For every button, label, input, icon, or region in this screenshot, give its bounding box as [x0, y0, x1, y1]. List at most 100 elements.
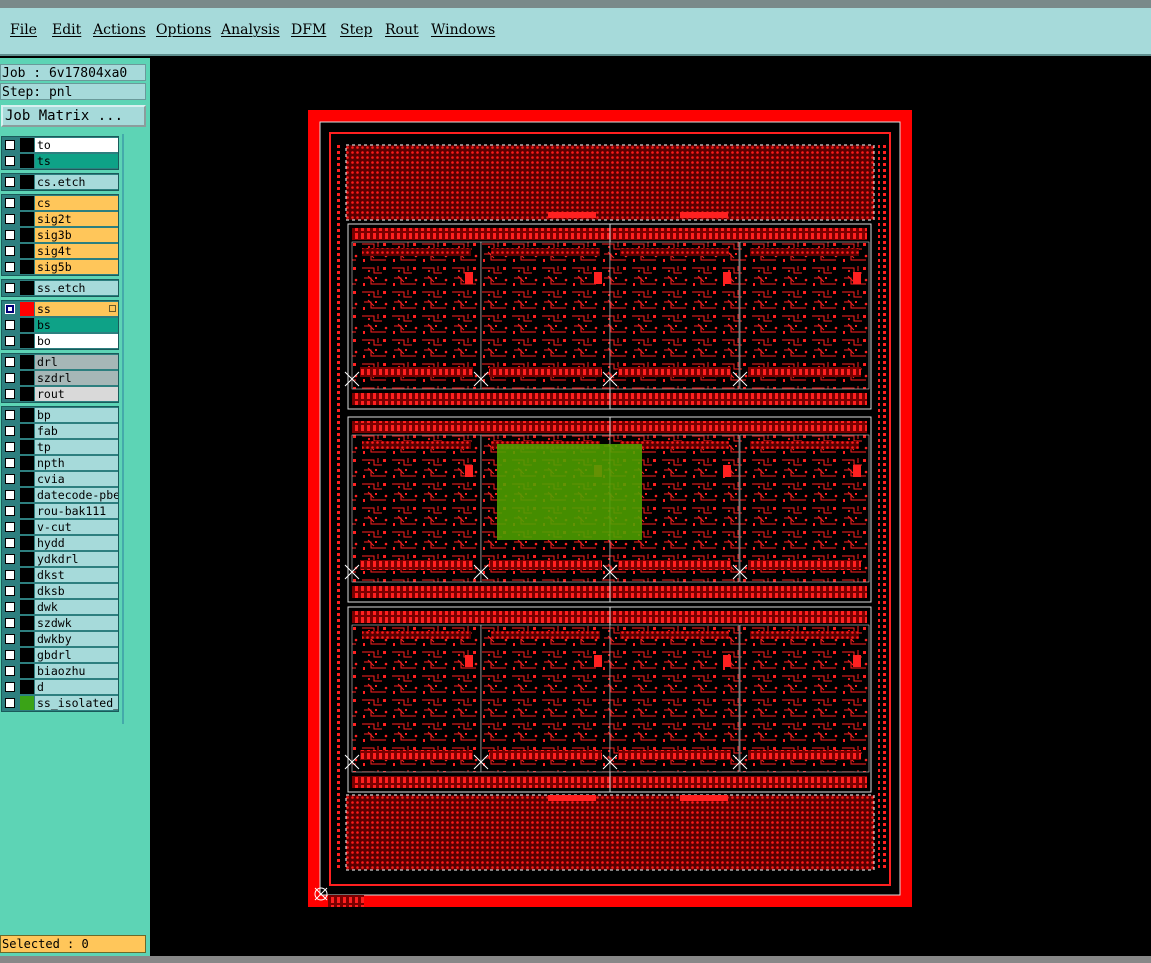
layer-row-cs.etch[interactable]: cs.etch — [2, 174, 118, 190]
layer-row-rout[interactable]: rout — [2, 386, 118, 402]
layer-row-ss.etch[interactable]: ss.etch — [2, 280, 118, 296]
layer-row-drl[interactable]: drl — [2, 354, 118, 370]
layer-checkbox[interactable] — [5, 586, 15, 596]
layer-name[interactable]: hydd — [35, 536, 118, 550]
layer-name[interactable]: tp — [35, 440, 118, 454]
layer-name[interactable]: sig2t — [35, 212, 118, 226]
layer-row-dkst[interactable]: dkst — [2, 567, 118, 583]
layer-name[interactable]: dwkby — [35, 632, 118, 646]
layer-color-swatch[interactable] — [20, 244, 34, 258]
layer-name[interactable]: rou-bak111 — [35, 504, 118, 518]
layer-name[interactable]: gbdrl — [35, 648, 118, 662]
menu-windows[interactable]: Windows — [431, 22, 495, 38]
layer-checkbox[interactable] — [5, 490, 15, 500]
menu-step[interactable]: Step — [340, 22, 372, 38]
layer-row-sig3b[interactable]: sig3b — [2, 227, 118, 243]
layer-checkbox[interactable] — [5, 570, 15, 580]
layer-name[interactable]: dkst — [35, 568, 118, 582]
layer-color-swatch[interactable] — [20, 648, 34, 662]
menu-dfm[interactable]: DFM — [291, 22, 326, 38]
layer-name[interactable]: bs — [35, 318, 118, 332]
layer-row-d[interactable]: d — [2, 679, 118, 695]
layer-checkbox[interactable] — [5, 304, 15, 314]
layer-color-swatch[interactable] — [20, 334, 34, 348]
pcb-panel-view[interactable] — [150, 58, 1151, 956]
layer-row-biaozhu[interactable]: biaozhu — [2, 663, 118, 679]
layer-checkbox[interactable] — [5, 426, 15, 436]
layer-row-ss[interactable]: ss — [2, 301, 118, 317]
layer-row-ss_isolated_[interactable]: ss_isolated_ — [2, 695, 118, 711]
layer-checkbox[interactable] — [5, 682, 15, 692]
layer-row-sig4t[interactable]: sig4t — [2, 243, 118, 259]
layer-checkbox[interactable] — [5, 177, 15, 187]
layer-name[interactable]: dksb — [35, 584, 118, 598]
layer-name[interactable]: ss_isolated_ — [35, 696, 118, 710]
layer-name[interactable]: cvia — [35, 472, 118, 486]
layer-checkbox[interactable] — [5, 198, 15, 208]
layer-row-hydd[interactable]: hydd — [2, 535, 118, 551]
layer-checkbox[interactable] — [5, 538, 15, 548]
layer-checkbox[interactable] — [5, 320, 15, 330]
layer-checkbox[interactable] — [5, 634, 15, 644]
layer-checkbox[interactable] — [5, 442, 15, 452]
layer-color-swatch[interactable] — [20, 600, 34, 614]
layer-row-v-cut[interactable]: v-cut — [2, 519, 118, 535]
layer-color-swatch[interactable] — [20, 632, 34, 646]
layer-name[interactable]: cs — [35, 196, 118, 210]
layer-checkbox[interactable] — [5, 230, 15, 240]
layer-color-swatch[interactable] — [20, 552, 34, 566]
layer-color-swatch[interactable] — [20, 228, 34, 242]
layer-color-swatch[interactable] — [20, 536, 34, 550]
layer-color-swatch[interactable] — [20, 281, 34, 295]
layer-checkbox[interactable] — [5, 357, 15, 367]
layer-name[interactable]: datecode-pbe — [35, 488, 118, 502]
layer-checkbox[interactable] — [5, 246, 15, 256]
menu-analysis[interactable]: Analysis — [221, 22, 280, 38]
layer-row-bo[interactable]: bo — [2, 333, 118, 349]
layer-name[interactable]: rout — [35, 387, 118, 401]
layer-row-dwk[interactable]: dwk — [2, 599, 118, 615]
layer-checkbox[interactable] — [5, 618, 15, 628]
layer-color-swatch[interactable] — [20, 488, 34, 502]
layer-checkbox[interactable] — [5, 650, 15, 660]
layer-row-dwkby[interactable]: dwkby — [2, 631, 118, 647]
job-matrix-button[interactable]: Job Matrix ... — [1, 105, 146, 127]
layer-checkbox[interactable] — [5, 554, 15, 564]
layer-color-swatch[interactable] — [20, 212, 34, 226]
layer-checkbox[interactable] — [5, 410, 15, 420]
layer-checkbox[interactable] — [5, 156, 15, 166]
layer-name[interactable]: sig4t — [35, 244, 118, 258]
layer-name[interactable]: drl — [35, 355, 118, 369]
layer-checkbox[interactable] — [5, 140, 15, 150]
layer-name[interactable]: cs.etch — [35, 175, 118, 189]
layer-color-swatch[interactable] — [20, 440, 34, 454]
layer-color-swatch[interactable] — [20, 260, 34, 274]
layer-name[interactable]: ts — [35, 154, 118, 168]
layer-color-swatch[interactable] — [20, 424, 34, 438]
layer-checkbox[interactable] — [5, 214, 15, 224]
layer-row-szdwk[interactable]: szdwk — [2, 615, 118, 631]
layer-color-swatch[interactable] — [20, 696, 34, 710]
layer-row-dksb[interactable]: dksb — [2, 583, 118, 599]
layer-name[interactable]: v-cut — [35, 520, 118, 534]
layer-color-swatch[interactable] — [20, 584, 34, 598]
layer-name[interactable]: szdrl — [35, 371, 118, 385]
layer-row-datecode-pbe[interactable]: datecode-pbe — [2, 487, 118, 503]
layer-checkbox[interactable] — [5, 262, 15, 272]
layer-color-swatch[interactable] — [20, 355, 34, 369]
layer-color-swatch[interactable] — [20, 387, 34, 401]
layer-color-swatch[interactable] — [20, 472, 34, 486]
layer-color-swatch[interactable] — [20, 456, 34, 470]
layer-row-cs[interactable]: cs — [2, 195, 118, 211]
layer-checkbox[interactable] — [5, 522, 15, 532]
menu-actions[interactable]: Actions — [93, 22, 146, 38]
layer-row-ydkdrl[interactable]: ydkdrl — [2, 551, 118, 567]
layer-row-tp[interactable]: tp — [2, 439, 118, 455]
layer-color-swatch[interactable] — [20, 616, 34, 630]
layer-checkbox[interactable] — [5, 666, 15, 676]
layer-name[interactable]: npth — [35, 456, 118, 470]
menu-file[interactable]: File — [10, 22, 37, 38]
layer-checkbox[interactable] — [5, 602, 15, 612]
layer-checkbox[interactable] — [5, 474, 15, 484]
layer-name[interactable]: ss — [35, 302, 118, 316]
